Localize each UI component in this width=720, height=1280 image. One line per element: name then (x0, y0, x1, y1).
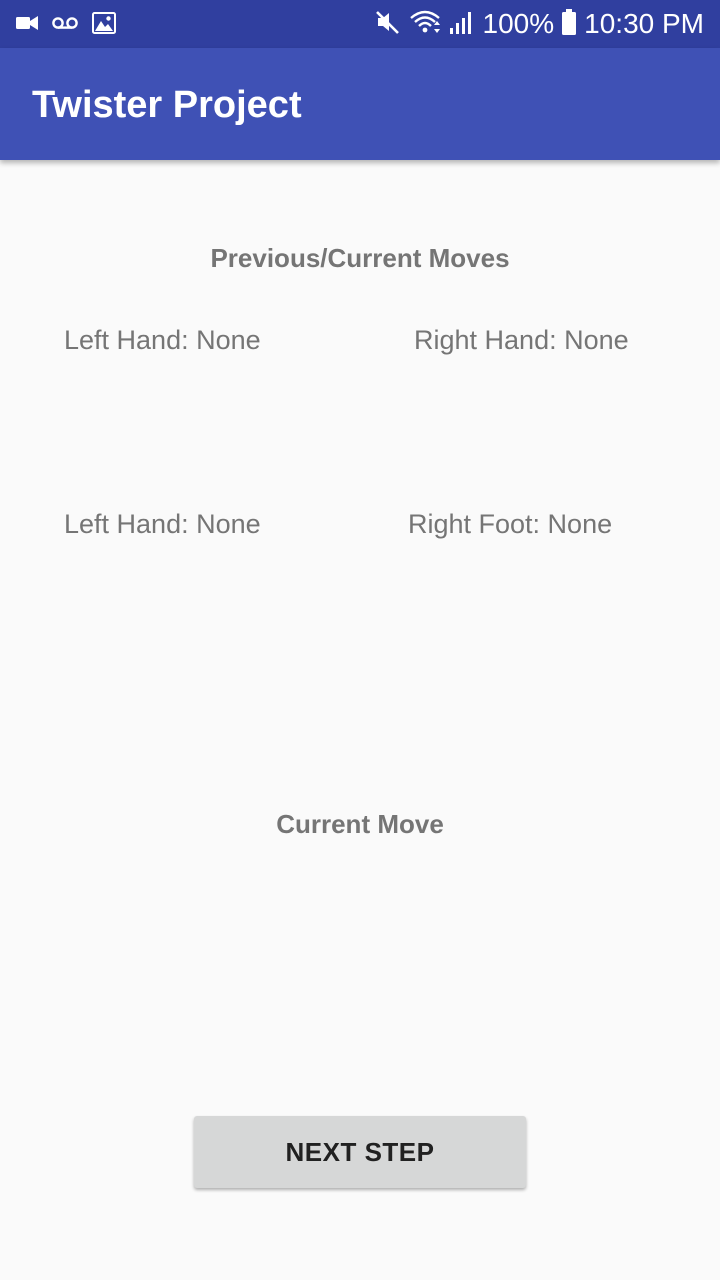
status-bar: 100% 10:30 PM (0, 0, 720, 48)
app-bar: Twister Project (0, 48, 720, 160)
video-camera-icon (16, 15, 38, 36)
next-step-button[interactable]: NEXT STEP (194, 1116, 526, 1188)
current-move-heading: Current Move (276, 809, 444, 839)
battery-percent: 100% (482, 8, 555, 39)
main-content: Previous/Current Moves Left Hand: None R… (0, 160, 720, 1280)
voicemail-icon (52, 16, 78, 35)
row1-left-hand-text: Left Hand: None (64, 325, 261, 355)
previous-moves-heading: Previous/Current Moves (210, 243, 510, 273)
clock: 10:30 PM (584, 8, 704, 39)
battery-icon (562, 8, 577, 40)
system-status: 100% 10:30 PM (375, 8, 704, 40)
image-icon (92, 12, 116, 39)
row1-right-hand-text: Right Hand: None (414, 325, 629, 355)
app-title: Twister Project (32, 84, 302, 126)
row2-right-foot-text: Right Foot: None (408, 509, 613, 539)
signal-icon (449, 10, 475, 39)
mute-icon (375, 9, 401, 40)
row2-left-hand-text: Left Hand: None (64, 509, 261, 539)
notification-icons (16, 12, 116, 39)
wifi-icon (409, 9, 441, 40)
